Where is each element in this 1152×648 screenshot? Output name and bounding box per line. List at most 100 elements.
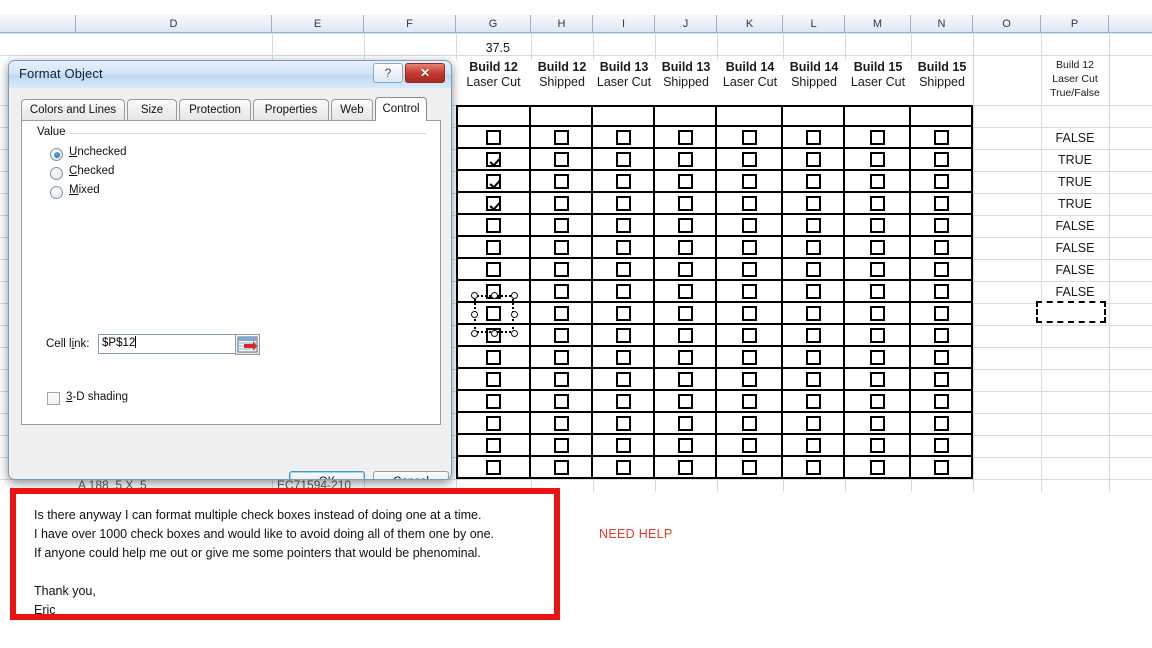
checkbox-unchecked[interactable] bbox=[678, 284, 693, 299]
checkbox-checked[interactable] bbox=[486, 152, 501, 167]
checkbox-unchecked[interactable] bbox=[554, 240, 569, 255]
table-spacer-cell[interactable] bbox=[783, 105, 845, 127]
checkbox-unchecked[interactable] bbox=[554, 460, 569, 475]
checkbox-unchecked[interactable] bbox=[616, 328, 631, 343]
build-header-m[interactable]: Build 15 Laser Cut bbox=[845, 60, 911, 105]
checkbox-unchecked[interactable] bbox=[870, 196, 885, 211]
checkbox-unchecked[interactable] bbox=[554, 218, 569, 233]
checkbox-unchecked[interactable] bbox=[806, 394, 821, 409]
checkbox-unchecked[interactable] bbox=[678, 438, 693, 453]
column-header-n[interactable]: N bbox=[911, 15, 973, 33]
column-p-cell[interactable]: TRUE bbox=[1041, 153, 1109, 167]
checkbox-selected[interactable] bbox=[486, 306, 501, 321]
checkbox-unchecked[interactable] bbox=[742, 218, 757, 233]
cell-link-input[interactable]: $P$12 bbox=[98, 334, 258, 354]
checkbox-unchecked[interactable] bbox=[616, 394, 631, 409]
checkbox-unchecked[interactable] bbox=[616, 152, 631, 167]
table-spacer-cell[interactable] bbox=[911, 105, 973, 127]
checkbox-unchecked[interactable] bbox=[554, 394, 569, 409]
checkbox-unchecked[interactable] bbox=[554, 130, 569, 145]
build-header-n[interactable]: Build 15 Shipped bbox=[911, 60, 973, 105]
checkbox-unchecked[interactable] bbox=[554, 306, 569, 321]
column-p-cell[interactable]: FALSE bbox=[1041, 219, 1109, 233]
checkbox-unchecked[interactable] bbox=[806, 416, 821, 431]
checkbox-unchecked[interactable] bbox=[742, 196, 757, 211]
checkbox-unchecked[interactable] bbox=[806, 284, 821, 299]
column-header-i[interactable]: I bbox=[593, 15, 655, 33]
build-header-j[interactable]: Build 13 Shipped bbox=[655, 60, 717, 105]
checkbox-unchecked[interactable] bbox=[616, 372, 631, 387]
checkbox-unchecked[interactable] bbox=[616, 306, 631, 321]
help-icon[interactable]: ? bbox=[373, 63, 403, 83]
checkbox-unchecked[interactable] bbox=[934, 350, 949, 365]
resize-handle[interactable] bbox=[470, 291, 478, 299]
column-p-header[interactable]: Build 12 Laser Cut True/False bbox=[1041, 58, 1109, 100]
checkbox-unchecked[interactable] bbox=[486, 394, 501, 409]
column-header-m[interactable]: M bbox=[845, 15, 911, 33]
checkbox-unchecked[interactable] bbox=[806, 174, 821, 189]
checkbox-unchecked[interactable] bbox=[870, 394, 885, 409]
checkbox-unchecked[interactable] bbox=[806, 196, 821, 211]
resize-handle[interactable] bbox=[470, 329, 478, 337]
checkbox-unchecked[interactable] bbox=[486, 350, 501, 365]
checkbox-unchecked[interactable] bbox=[742, 152, 757, 167]
checkbox-unchecked[interactable] bbox=[554, 328, 569, 343]
build-header-g[interactable]: Build 12 Laser Cut bbox=[456, 60, 531, 105]
column-header-p[interactable]: P bbox=[1041, 15, 1109, 33]
checkbox-unchecked[interactable] bbox=[870, 328, 885, 343]
checkbox-unchecked[interactable] bbox=[616, 174, 631, 189]
checkbox-unchecked[interactable] bbox=[616, 438, 631, 453]
checkbox-unchecked[interactable] bbox=[806, 306, 821, 321]
radio-button[interactable] bbox=[50, 148, 63, 161]
checkbox-unchecked[interactable] bbox=[486, 438, 501, 453]
checkbox-unchecked[interactable] bbox=[870, 130, 885, 145]
column-p-cell[interactable]: TRUE bbox=[1041, 175, 1109, 189]
checkbox-unchecked[interactable] bbox=[870, 174, 885, 189]
tab-colors-and-lines[interactable]: Colors and Lines bbox=[21, 99, 125, 121]
checkbox-unchecked[interactable] bbox=[678, 218, 693, 233]
table-spacer-cell[interactable] bbox=[531, 105, 593, 127]
range-picker-icon[interactable] bbox=[235, 334, 260, 355]
ok-button[interactable]: OK bbox=[289, 471, 365, 479]
column-p-cell[interactable]: TRUE bbox=[1041, 197, 1109, 211]
table-spacer-cell[interactable] bbox=[593, 105, 655, 127]
checkbox-unchecked[interactable] bbox=[742, 130, 757, 145]
checkbox-unchecked[interactable] bbox=[806, 350, 821, 365]
checkbox-unchecked[interactable] bbox=[742, 372, 757, 387]
close-icon[interactable]: ✕ bbox=[405, 63, 445, 83]
checkbox-unchecked[interactable] bbox=[678, 372, 693, 387]
checkbox-unchecked[interactable] bbox=[678, 460, 693, 475]
checkbox-unchecked[interactable] bbox=[678, 130, 693, 145]
checkbox-unchecked[interactable] bbox=[678, 174, 693, 189]
checkbox-unchecked[interactable] bbox=[554, 262, 569, 277]
cancel-button[interactable]: Cancel bbox=[373, 471, 449, 479]
checkbox-unchecked[interactable] bbox=[554, 372, 569, 387]
table-spacer-cell[interactable] bbox=[717, 105, 783, 127]
checkbox-unchecked[interactable] bbox=[806, 130, 821, 145]
checkbox-unchecked[interactable] bbox=[742, 394, 757, 409]
checkbox-unchecked[interactable] bbox=[616, 240, 631, 255]
checkbox-unchecked[interactable] bbox=[806, 328, 821, 343]
checkbox-unchecked[interactable] bbox=[934, 394, 949, 409]
column-header-stub[interactable] bbox=[0, 15, 76, 33]
resize-handle[interactable] bbox=[490, 329, 498, 337]
checkbox-unchecked[interactable] bbox=[870, 416, 885, 431]
resize-handle[interactable] bbox=[510, 310, 518, 318]
checkbox-unchecked[interactable] bbox=[870, 438, 885, 453]
checkbox-unchecked[interactable] bbox=[486, 262, 501, 277]
checkbox-unchecked[interactable] bbox=[554, 174, 569, 189]
resize-handle[interactable] bbox=[470, 310, 478, 318]
checkbox-unchecked[interactable] bbox=[486, 416, 501, 431]
checkbox-unchecked[interactable] bbox=[742, 240, 757, 255]
checkbox-unchecked[interactable] bbox=[678, 240, 693, 255]
checkbox-unchecked[interactable] bbox=[678, 394, 693, 409]
checkbox-unchecked[interactable] bbox=[486, 218, 501, 233]
checkbox-unchecked[interactable] bbox=[554, 196, 569, 211]
build-header-l[interactable]: Build 14 Shipped bbox=[783, 60, 845, 105]
checkbox-unchecked[interactable] bbox=[678, 350, 693, 365]
checkbox-unchecked[interactable] bbox=[870, 218, 885, 233]
tab-protection[interactable]: Protection bbox=[179, 99, 251, 121]
checkbox-unchecked[interactable] bbox=[616, 130, 631, 145]
checkbox-unchecked[interactable] bbox=[616, 350, 631, 365]
column-header-k[interactable]: K bbox=[717, 15, 783, 33]
